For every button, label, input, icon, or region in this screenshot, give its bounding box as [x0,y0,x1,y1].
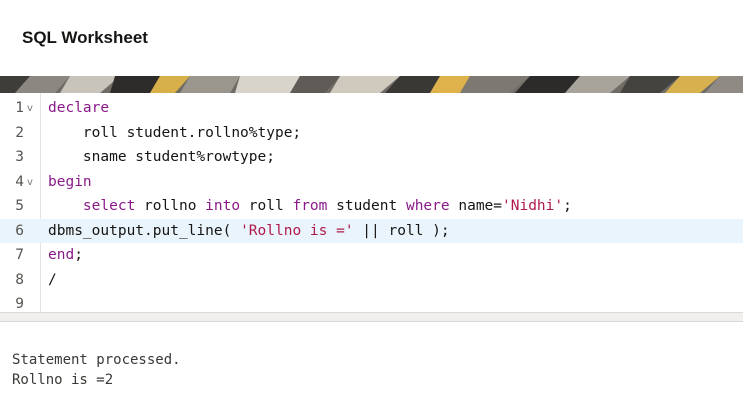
code-token: || roll ); [353,222,450,239]
line-number: 5 [15,198,24,214]
keyword-token: select [82,198,136,214]
code-line[interactable]: 1 v declare [0,96,743,121]
line-number: 9 [15,296,24,312]
output-panel: Statement processed. Rollno is =2 [0,322,743,420]
code-text: end; [48,243,83,268]
keyword-token: begin [48,173,92,190]
keyword-token: where [405,198,450,214]
code-line[interactable]: 4 v begin [0,170,743,195]
fold-chevron-icon[interactable]: v [27,97,33,122]
code-line[interactable]: 3 sname student%rowtype; [0,145,743,170]
keyword-token: from [292,198,328,214]
string-token: 'Nidhi' [502,198,564,214]
fold-chevron-icon[interactable]: v [27,171,33,196]
output-line-result: Rollno is =2 [12,372,114,388]
code-line[interactable]: 9 [0,292,743,312]
code-text: declare [48,96,109,121]
worksheet-header: SQL Worksheet [0,0,743,76]
code-token: sname student%rowtype; [48,149,275,165]
pane-splitter[interactable] [0,312,743,322]
code-line[interactable]: 5 select rollno into roll from student w… [0,194,743,219]
code-text: dbms_output.put_line( 'Rollno is =' || r… [48,219,450,244]
string-token: 'Rollno is =' [240,222,354,239]
code-token: roll [240,198,293,214]
decorative-banner [0,76,743,93]
output-line-statement: Statement processed. [12,352,181,368]
line-number: 7 [15,247,24,263]
code-line[interactable]: 6 dbms_output.put_line( 'Rollno is =' || … [0,218,743,244]
keyword-token: declare [48,100,110,116]
code-editor[interactable]: 1 v declare 2 roll student.rollno%type; 3 sn… [0,93,743,312]
code-text: select rollno into roll from student whe… [48,194,572,219]
code-token: ; [74,247,83,263]
code-token: roll student.rollno%type; [48,124,302,141]
code-line[interactable]: 8/ [0,268,743,293]
code-text: roll student.rollno%type; [48,121,301,146]
line-number: 1 [15,100,24,116]
keyword-token: into [205,198,241,214]
code-line[interactable]: 2 roll student.rollno%type; [0,121,743,146]
code-token: / [48,271,57,288]
code-token: name= [449,198,503,214]
line-number: 2 [15,124,24,141]
line-number: 3 [15,149,24,165]
code-token: rollno [135,198,206,214]
code-text: / [48,268,57,293]
line-number: 6 [15,222,24,239]
code-text: sname student%rowtype; [48,145,275,170]
code-line[interactable]: 7 end; [0,243,743,268]
code-token: ; [563,198,572,214]
code-text: begin [48,170,92,195]
page-title: SQL Worksheet [22,28,148,47]
keyword-token: end [48,247,75,263]
code-token: dbms_output.put_line( [48,222,241,239]
line-number: 4 [15,173,24,190]
code-token: student [327,198,406,214]
line-number: 8 [15,271,24,288]
